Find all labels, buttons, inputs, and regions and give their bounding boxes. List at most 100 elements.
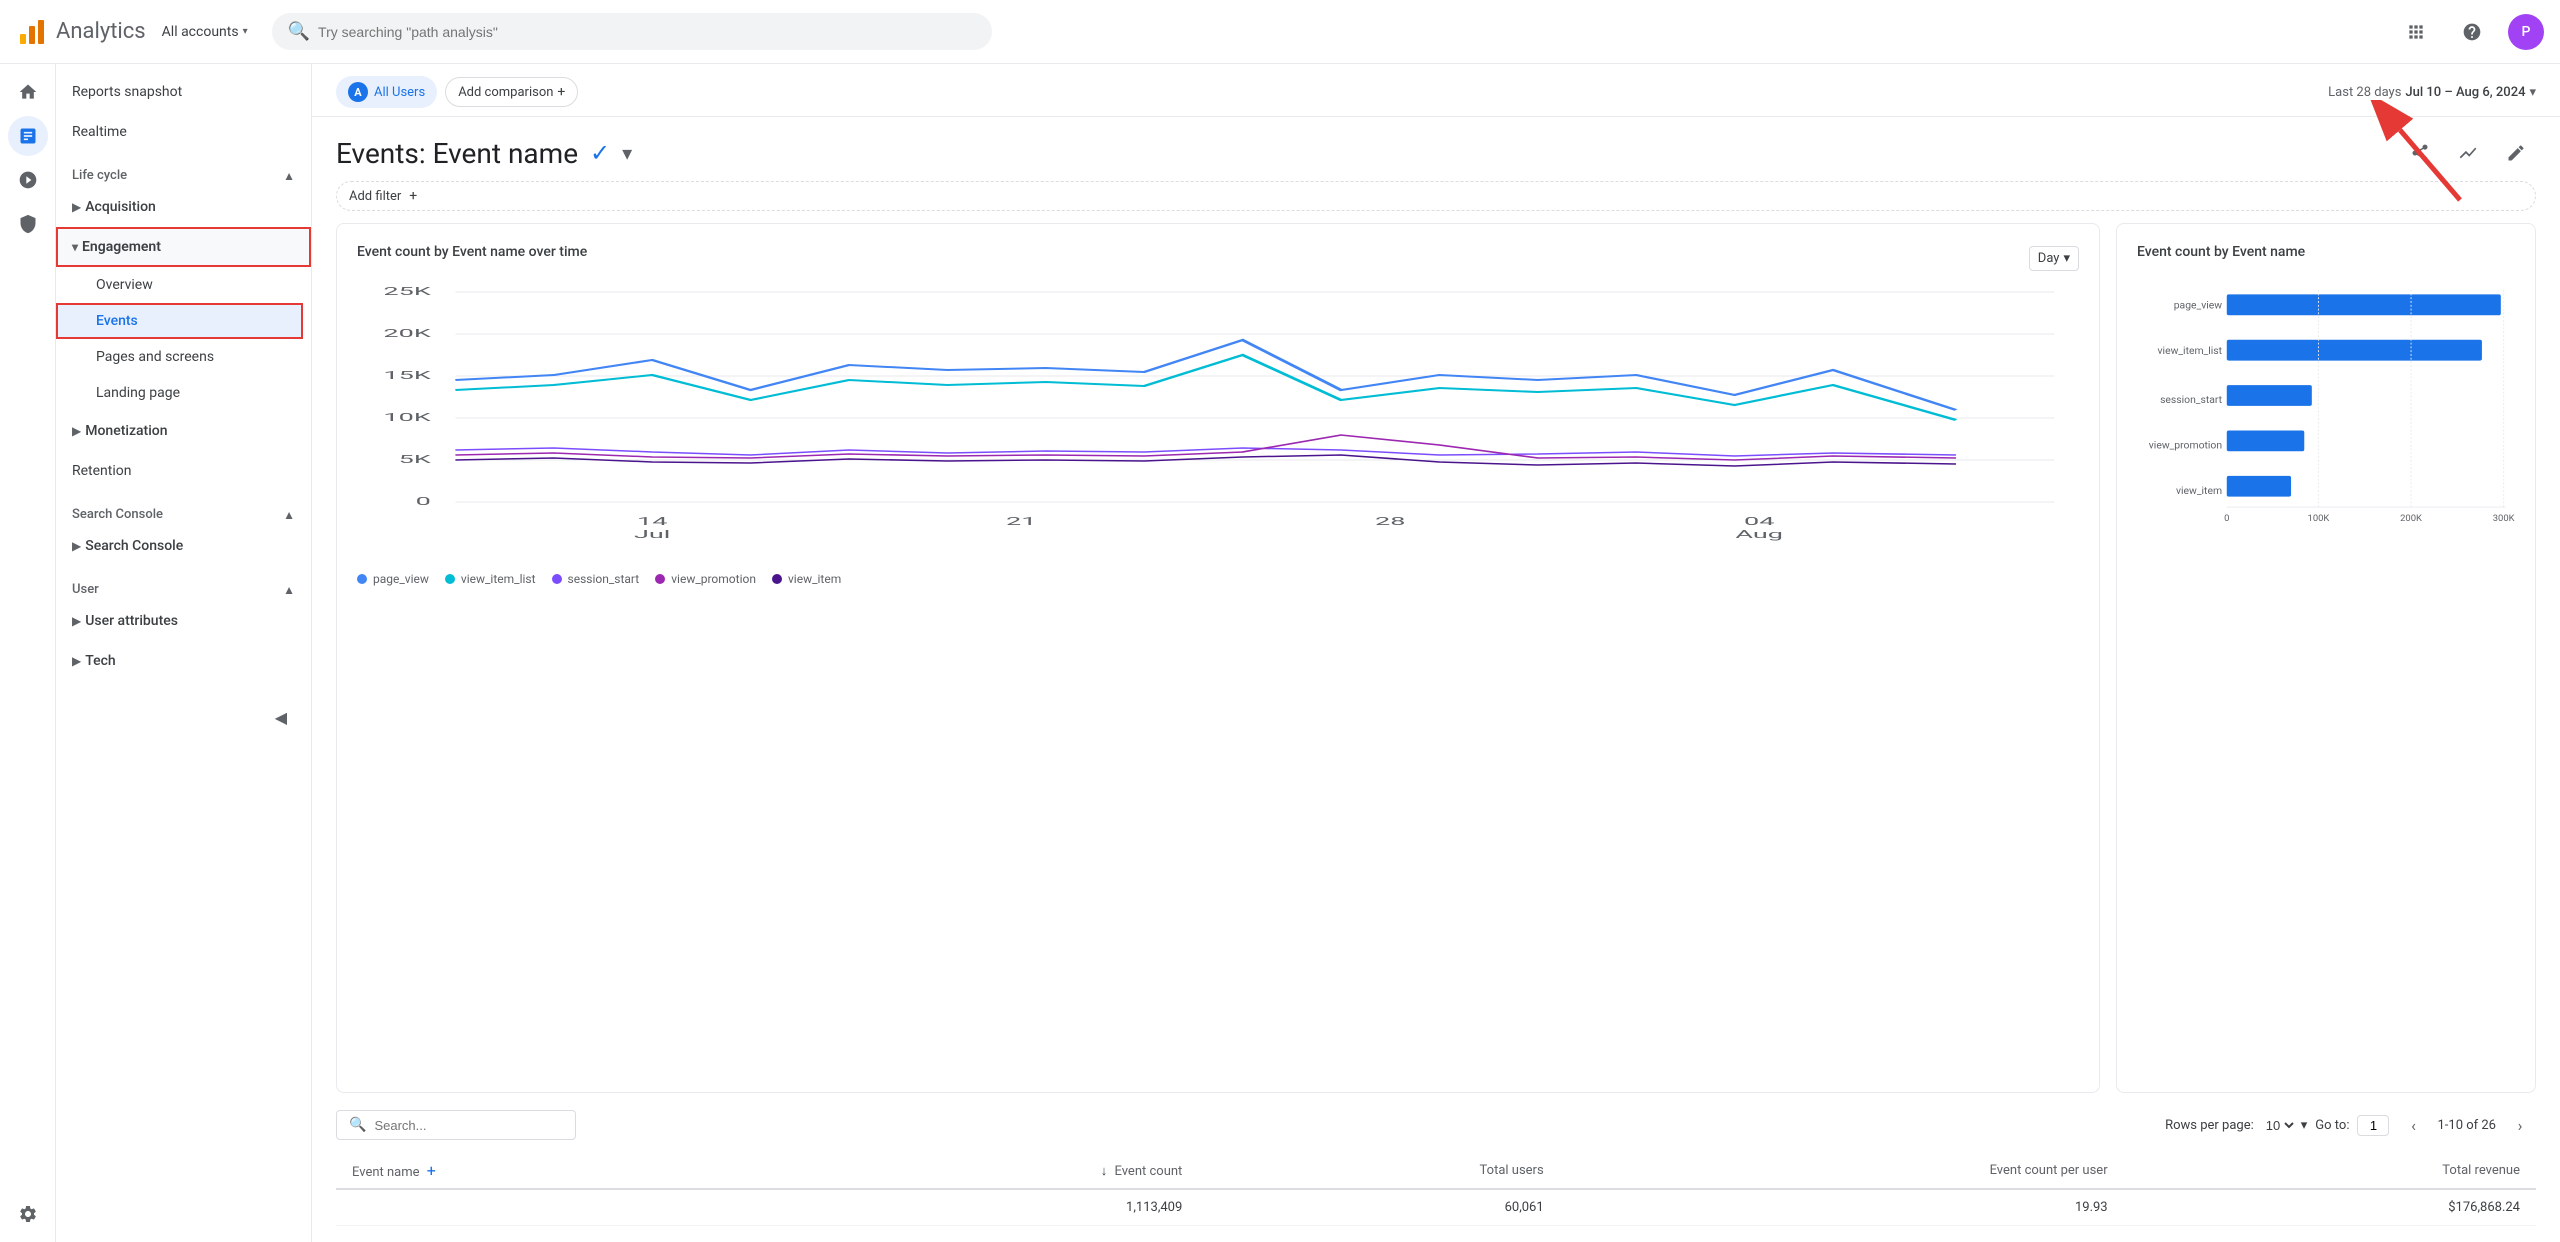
col-total-users[interactable]: Total users bbox=[1198, 1153, 1559, 1189]
add-comparison-button[interactable]: Add comparison + bbox=[445, 77, 578, 107]
go-to-label: Go to: bbox=[2315, 1118, 2349, 1133]
add-comparison-plus-icon: + bbox=[557, 84, 565, 100]
sidebar-item-monetization[interactable]: ▶ Monetization bbox=[56, 411, 311, 451]
col-total-revenue[interactable]: Total revenue bbox=[2124, 1153, 2536, 1189]
sidebar-icon-home[interactable] bbox=[8, 72, 48, 112]
sidebar-item-acquisition[interactable]: ▶ Acquisition bbox=[56, 187, 311, 227]
search-bar[interactable]: 🔍 bbox=[272, 13, 992, 50]
sidebar-item-events[interactable]: Events bbox=[56, 303, 303, 339]
sidebar-collapse-btn[interactable]: ◀ bbox=[56, 697, 303, 737]
go-to-input[interactable] bbox=[2357, 1115, 2389, 1136]
add-filter-plus-icon: + bbox=[409, 188, 417, 204]
sidebar-item-realtime[interactable]: Realtime bbox=[56, 112, 303, 152]
sidebar-item-reports-snapshot[interactable]: Reports snapshot bbox=[56, 72, 303, 112]
all-users-chip[interactable]: A All Users bbox=[336, 76, 437, 108]
sidebar-icon-settings[interactable] bbox=[8, 1194, 48, 1234]
bar-chart-container: Event count by Event name page_view view… bbox=[2116, 223, 2536, 1093]
sidebar-icon-reports[interactable] bbox=[8, 116, 48, 156]
sidebar-item-engagement[interactable]: ▾ Engagement bbox=[56, 227, 311, 267]
svg-text:5K: 5K bbox=[399, 453, 431, 466]
day-selector-chevron-icon: ▾ bbox=[2063, 251, 2070, 266]
tech-chevron-icon: ▶ bbox=[72, 654, 81, 668]
filter-bar: Add filter + bbox=[312, 181, 2560, 223]
svg-text:view_promotion: view_promotion bbox=[2149, 438, 2223, 451]
table-search-input[interactable] bbox=[374, 1118, 563, 1133]
prev-page-button[interactable]: ‹ bbox=[2397, 1109, 2429, 1141]
sort-icon: ↓ bbox=[1101, 1164, 1108, 1179]
col-event-count-per-user[interactable]: Event count per user bbox=[1560, 1153, 2124, 1189]
search-console-chevron-icon: ▲ bbox=[283, 508, 295, 522]
bar-chart-svg: page_view view_item_list session_start v… bbox=[2137, 272, 2515, 572]
title-dropdown-icon[interactable]: ▾ bbox=[622, 141, 632, 165]
sidebar-item-pages-screens[interactable]: Pages and screens bbox=[56, 339, 303, 375]
main-content: A All Users Add comparison + Last 28 day… bbox=[312, 64, 2560, 1242]
sidebar-item-overview[interactable]: Overview bbox=[56, 267, 303, 303]
svg-text:Jul: Jul bbox=[634, 528, 670, 541]
edit-button[interactable] bbox=[2496, 133, 2536, 173]
topbar: Analytics All accounts ▾ 🔍 P bbox=[0, 0, 2560, 64]
verified-icon: ✓ bbox=[590, 139, 610, 167]
sidebar-item-user-attributes[interactable]: ▶ User attributes bbox=[56, 601, 311, 641]
svg-text:04: 04 bbox=[1744, 515, 1775, 528]
legend-dot-session-start bbox=[552, 574, 562, 584]
filter-row: A All Users Add comparison + bbox=[336, 76, 578, 108]
user-section-header: User ▲ bbox=[56, 574, 311, 601]
svg-text:view_item: view_item bbox=[2176, 484, 2222, 497]
col-event-name[interactable]: Event name + bbox=[336, 1153, 772, 1189]
totals-event-count: 1,113,409 bbox=[772, 1189, 1199, 1226]
nav-sidebar: Reports snapshot Realtime Life cycle ▲ ▶… bbox=[56, 64, 312, 1242]
date-range-selector[interactable]: Last 28 days Jul 10 – Aug 6, 2024 ▾ bbox=[2328, 85, 2536, 100]
svg-text:page_view: page_view bbox=[2174, 299, 2223, 312]
line-chart-legend: page_view view_item_list session_start v… bbox=[357, 572, 2079, 586]
table-search-icon: 🔍 bbox=[349, 1117, 366, 1133]
legend-view-item: view_item bbox=[772, 572, 841, 586]
rows-select-dropdown[interactable]: 10 25 50 bbox=[2262, 1117, 2297, 1134]
apps-icon[interactable] bbox=[2396, 12, 2436, 52]
pagination-range: 1-10 of 26 bbox=[2437, 1118, 2496, 1133]
search-input[interactable] bbox=[318, 24, 976, 40]
legend-dot-view-promotion bbox=[655, 574, 665, 584]
search-console-section-header: Search Console ▲ bbox=[56, 499, 311, 526]
help-icon[interactable] bbox=[2452, 12, 2492, 52]
add-filter-button[interactable]: Add filter + bbox=[336, 181, 2536, 211]
line-chart-container: Event count by Event name over time Day … bbox=[336, 223, 2100, 1093]
sidebar-item-search-console[interactable]: ▶ Search Console bbox=[56, 526, 311, 566]
app-layout: Reports snapshot Realtime Life cycle ▲ ▶… bbox=[0, 64, 2560, 1242]
search-console-item-chevron-icon: ▶ bbox=[72, 539, 81, 553]
table-header-row: Event name + ↓ Event count Total users E… bbox=[336, 1153, 2536, 1189]
charts-area: Event count by Event name over time Day … bbox=[312, 223, 2560, 1093]
col-event-count[interactable]: ↓ Event count bbox=[772, 1153, 1199, 1189]
sidebar-icon-explore[interactable] bbox=[8, 160, 48, 200]
table-search[interactable]: 🔍 bbox=[336, 1110, 576, 1140]
sidebar-item-retention[interactable]: Retention bbox=[56, 451, 303, 491]
rows-per-page-select[interactable]: 10 25 50 ▾ bbox=[2262, 1117, 2308, 1134]
monetization-chevron-icon: ▶ bbox=[72, 424, 81, 438]
app-title: Analytics bbox=[56, 19, 146, 44]
legend-dot-view-item bbox=[772, 574, 782, 584]
svg-text:200K: 200K bbox=[2400, 513, 2422, 524]
share-button[interactable] bbox=[2400, 133, 2440, 173]
next-page-button[interactable]: › bbox=[2504, 1109, 2536, 1141]
day-selector[interactable]: Day ▾ bbox=[2029, 246, 2079, 271]
svg-text:14: 14 bbox=[637, 515, 668, 528]
sidebar-item-landing-page[interactable]: Landing page bbox=[56, 375, 303, 411]
avatar[interactable]: P bbox=[2508, 14, 2544, 50]
insights-button[interactable] bbox=[2448, 133, 2488, 173]
legend-view-item-list: view_item_list bbox=[445, 572, 536, 586]
svg-text:28: 28 bbox=[1375, 515, 1405, 528]
add-col-icon[interactable]: + bbox=[427, 1161, 436, 1180]
bar-chart-title: Event count by Event name bbox=[2137, 244, 2515, 260]
totals-total-revenue: $176,868.24 bbox=[2124, 1189, 2536, 1226]
lifecycle-section-header: Life cycle ▲ bbox=[56, 160, 311, 187]
line-chart-header: Event count by Event name over time Day … bbox=[357, 244, 2079, 272]
topbar-right: P bbox=[2396, 12, 2544, 52]
sidebar-item-tech[interactable]: ▶ Tech bbox=[56, 641, 311, 681]
user-chevron-icon: ▲ bbox=[283, 583, 295, 597]
table-toolbar: 🔍 Rows per page: 10 25 50 ▾ Go to: bbox=[336, 1109, 2536, 1141]
date-range-chevron-icon: ▾ bbox=[2529, 85, 2536, 100]
page-title: Events: Event name ✓ ▾ bbox=[336, 137, 632, 170]
svg-text:15K: 15K bbox=[383, 369, 430, 382]
sidebar-icon-advertising[interactable] bbox=[8, 204, 48, 244]
rows-select-chevron-icon: ▾ bbox=[2301, 1118, 2308, 1133]
account-selector[interactable]: All accounts ▾ bbox=[162, 24, 248, 40]
